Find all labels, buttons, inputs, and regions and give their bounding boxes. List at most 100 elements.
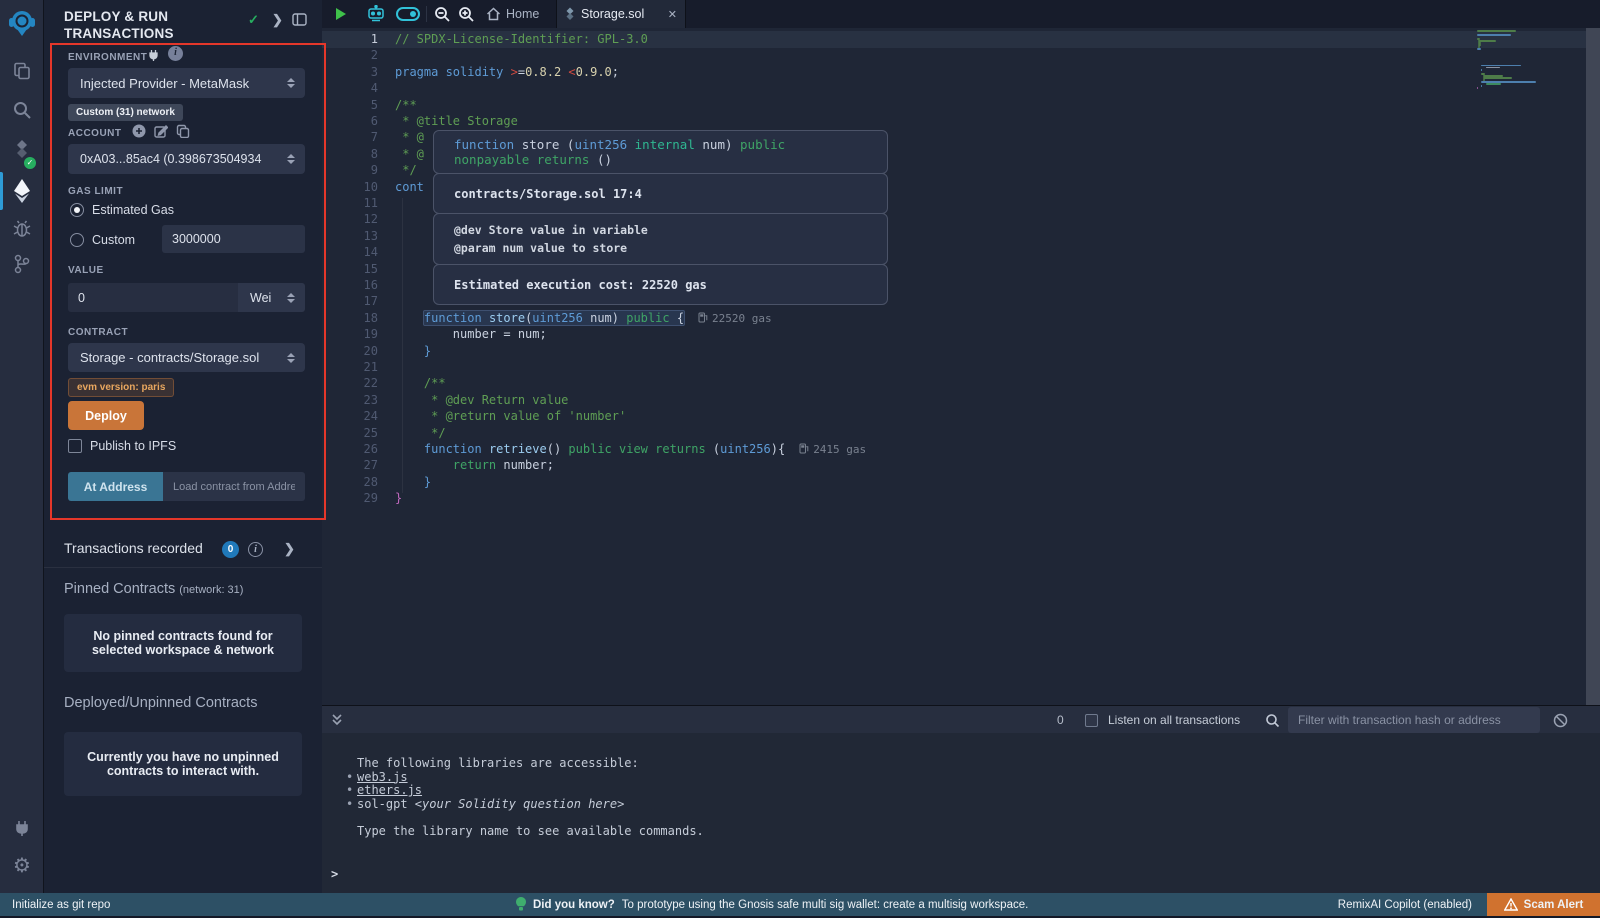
line-number: 17 bbox=[322, 293, 378, 310]
close-tab-icon[interactable]: ✕ bbox=[668, 8, 677, 21]
search-icon[interactable] bbox=[0, 97, 44, 123]
line-number: 4 bbox=[322, 80, 378, 97]
file-explorer-icon[interactable] bbox=[0, 58, 44, 84]
line-number: 2 bbox=[322, 47, 378, 64]
custom-gas-option: Custom bbox=[92, 233, 135, 247]
line-number: 9 bbox=[322, 162, 378, 179]
deploy-run-panel: DEPLOY & RUN TRANSACTIONS ✓ ❯ ENVIRONMEN… bbox=[44, 0, 322, 893]
account-label: ACCOUNT bbox=[68, 128, 122, 139]
listen-all-checkbox[interactable] bbox=[1085, 706, 1098, 734]
run-script-icon[interactable] bbox=[336, 0, 346, 28]
scam-alert-button[interactable]: Scam Alert bbox=[1487, 893, 1600, 916]
compile-success-badge: ✓ bbox=[24, 157, 36, 169]
select-arrows-icon bbox=[287, 293, 295, 303]
code-line: 28 } bbox=[322, 474, 1600, 491]
value-input[interactable] bbox=[68, 283, 238, 312]
environment-select[interactable]: Injected Provider - MetaMask bbox=[68, 68, 305, 98]
remix-logo-icon[interactable] bbox=[0, 6, 44, 40]
panel-check-icon: ✓ bbox=[248, 12, 259, 28]
solidity-compiler-icon[interactable]: ✓ bbox=[0, 136, 44, 166]
code-line: 24 * @return value of 'number' bbox=[322, 408, 1600, 425]
line-number: 22 bbox=[322, 375, 378, 392]
sign-message-icon[interactable] bbox=[154, 124, 168, 138]
code-line: 19 number = num; bbox=[322, 326, 1600, 343]
transactions-info-icon[interactable]: i bbox=[248, 542, 263, 557]
listen-all-label: Listen on all transactions bbox=[1108, 706, 1240, 734]
terminal-line: •web3.js bbox=[357, 770, 408, 784]
terminal-prompt[interactable]: > bbox=[331, 867, 338, 881]
line-number: 23 bbox=[322, 392, 378, 409]
line-number: 16 bbox=[322, 277, 378, 294]
copilot-toggle[interactable] bbox=[396, 0, 420, 28]
terminal-filter-input[interactable] bbox=[1288, 707, 1540, 733]
ai-copilot-robot-icon[interactable] bbox=[366, 0, 386, 28]
terminal-line: Type the library name to see available c… bbox=[357, 824, 704, 838]
add-account-icon[interactable] bbox=[132, 124, 146, 138]
publish-ipfs-checkbox[interactable] bbox=[68, 439, 82, 453]
code-line: 6 * @title Storage bbox=[322, 113, 1600, 130]
transactions-recorded-label: Transactions recorded bbox=[64, 540, 203, 556]
copy-account-icon[interactable] bbox=[176, 124, 190, 138]
line-number: 19 bbox=[322, 326, 378, 343]
estimated-gas-radio[interactable] bbox=[70, 203, 84, 217]
panel-layout-icon[interactable] bbox=[292, 13, 307, 31]
line-number: 1 bbox=[322, 31, 378, 48]
tab-home[interactable]: Home bbox=[506, 0, 539, 28]
git-init-button[interactable]: Initialize as git repo bbox=[12, 893, 110, 916]
line-number: 14 bbox=[322, 244, 378, 261]
code-line: 4 bbox=[322, 80, 1600, 97]
terminal-line: The following libraries are accessible: bbox=[357, 756, 639, 770]
tab-storage-sol[interactable]: Storage.sol ✕ bbox=[556, 0, 686, 28]
terminal-collapse-icon[interactable] bbox=[331, 706, 343, 734]
home-icon[interactable] bbox=[486, 0, 501, 28]
deploy-button[interactable]: Deploy bbox=[68, 401, 144, 430]
pinned-contracts-heading: Pinned Contracts (network: 31) bbox=[64, 581, 243, 597]
deploy-run-icon[interactable] bbox=[0, 176, 44, 206]
line-number: 27 bbox=[322, 457, 378, 474]
editor-minimap[interactable] bbox=[1477, 30, 1543, 110]
line-number: 18 bbox=[322, 310, 378, 327]
at-address-button[interactable]: At Address bbox=[68, 472, 163, 501]
code-line: 23 * @dev Return value bbox=[322, 392, 1600, 409]
terminal-search-icon[interactable] bbox=[1265, 706, 1280, 734]
tooltip-gas-cost: Estimated execution cost: 22520 gas bbox=[433, 264, 888, 305]
panel-expand-icon[interactable]: ❯ bbox=[272, 12, 283, 28]
clear-terminal-icon[interactable] bbox=[1553, 706, 1568, 734]
code-line: 22 /** bbox=[322, 375, 1600, 392]
git-icon[interactable] bbox=[0, 251, 44, 277]
line-number: 12 bbox=[322, 211, 378, 228]
line-number: 8 bbox=[322, 146, 378, 163]
editor-region: Home Storage.sol ✕ 1// SPDX-License-Iden… bbox=[322, 0, 1600, 705]
at-address-input[interactable] bbox=[163, 472, 305, 501]
did-you-know-tip: Did you know? To prototype using the Gno… bbox=[516, 893, 1028, 916]
line-number: 28 bbox=[322, 474, 378, 491]
transaction-count: 0 bbox=[1057, 706, 1064, 734]
tooltip-signature: function store (uint256 internal num) pu… bbox=[433, 130, 888, 174]
terminal-toolbar: 0 Listen on all transactions bbox=[322, 705, 1600, 733]
select-arrows-icon bbox=[287, 353, 295, 363]
code-line: 18 function store(uint256 num) public {2… bbox=[322, 310, 1600, 327]
line-number: 15 bbox=[322, 261, 378, 278]
code-line: 26 function retrieve() public view retur… bbox=[322, 441, 1600, 458]
zoom-in-icon[interactable] bbox=[458, 0, 475, 28]
custom-gas-radio[interactable] bbox=[70, 233, 84, 247]
code-line: 27 return number; bbox=[322, 457, 1600, 474]
copilot-status[interactable]: RemixAI Copilot (enabled) bbox=[1338, 893, 1472, 916]
value-unit-select[interactable]: Wei bbox=[238, 283, 305, 312]
editor-scrollbar[interactable] bbox=[1586, 28, 1600, 705]
contract-label: CONTRACT bbox=[68, 327, 128, 338]
warning-icon bbox=[1504, 898, 1518, 911]
code-line: 1// SPDX-License-Identifier: GPL-3.0 bbox=[322, 31, 1600, 48]
settings-gear-icon[interactable]: ⚙ bbox=[0, 852, 44, 878]
environment-info-icon[interactable]: i bbox=[168, 46, 183, 61]
contract-select[interactable]: Storage - contracts/Storage.sol bbox=[68, 343, 305, 372]
custom-gas-input[interactable] bbox=[162, 225, 305, 253]
lightbulb-icon bbox=[516, 897, 526, 912]
code-editor[interactable]: 1// SPDX-License-Identifier: GPL-3.023pr… bbox=[322, 28, 1600, 705]
transactions-expand-icon[interactable]: ❯ bbox=[284, 541, 295, 557]
debugger-icon[interactable] bbox=[0, 216, 44, 242]
zoom-out-icon[interactable] bbox=[434, 0, 451, 28]
terminal-output[interactable]: The following libraries are accessible:•… bbox=[322, 733, 1600, 893]
plugin-manager-icon[interactable] bbox=[0, 815, 44, 841]
account-select[interactable]: 0xA03...85ac4 (0.398673504934 bbox=[68, 144, 305, 174]
